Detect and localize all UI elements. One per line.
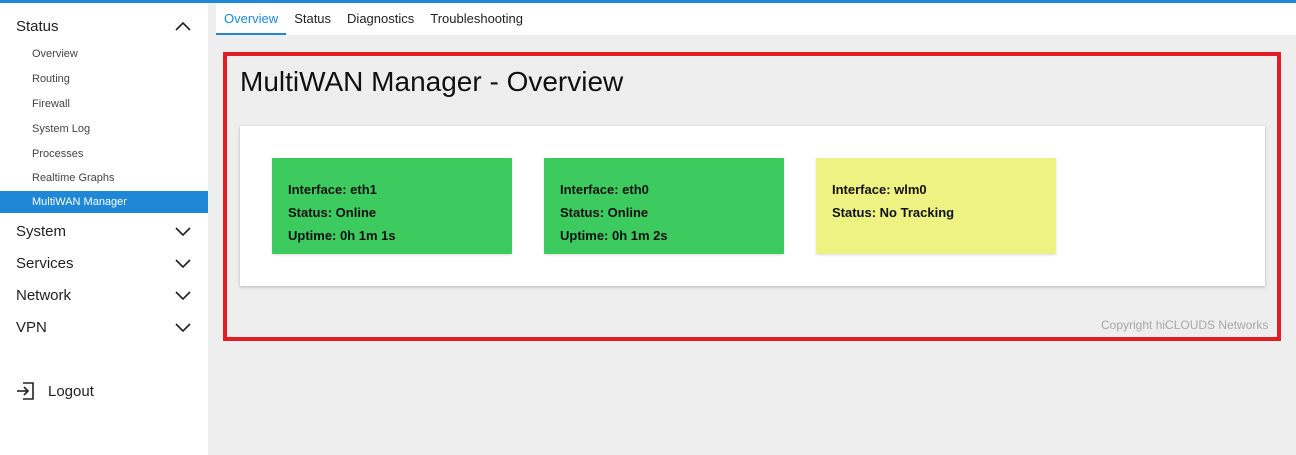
page-title: MultiWAN Manager - Overview bbox=[240, 66, 624, 97]
interface-card-eth0: Interface: eth0 Status: Online Uptime: 0… bbox=[544, 158, 784, 254]
logout-button[interactable]: Logout bbox=[16, 379, 94, 403]
tab-diagnostics[interactable]: Diagnostics bbox=[339, 3, 422, 35]
interface-status: Status: Online bbox=[560, 205, 649, 220]
sidebar-item-routing[interactable]: Routing bbox=[0, 68, 208, 90]
copyright-text: Copyright hiCLOUDS Networks bbox=[1101, 318, 1269, 332]
chevron-down-icon bbox=[175, 227, 191, 237]
sidebar-group-label: Network bbox=[16, 286, 72, 304]
sidebar-group-label: System bbox=[16, 222, 67, 240]
sidebar-group-network[interactable]: Network bbox=[0, 279, 208, 311]
sidebar-item-multiwan-manager[interactable]: MultiWAN Manager bbox=[0, 191, 208, 213]
sidebar-group-status[interactable]: Status bbox=[0, 10, 208, 42]
tab-overview[interactable]: Overview bbox=[216, 3, 287, 35]
interface-name: Interface: wlm0 bbox=[832, 182, 927, 197]
sidebar-item-realtime-graphs[interactable]: Realtime Graphs bbox=[0, 167, 208, 189]
tab-status[interactable]: Status bbox=[286, 3, 339, 35]
interface-card-eth1: Interface: eth1 Status: Online Uptime: 0… bbox=[272, 158, 512, 254]
chevron-up-icon bbox=[175, 21, 191, 31]
logout-icon bbox=[17, 382, 34, 400]
sidebar-group-services[interactable]: Services bbox=[0, 247, 208, 279]
interface-uptime: Uptime: 0h 1m 1s bbox=[288, 228, 396, 243]
sidebar-group-system[interactable]: System bbox=[0, 215, 208, 247]
chevron-down-icon bbox=[175, 259, 191, 269]
tab-bar: Overview Status Diagnostics Troubleshoot… bbox=[216, 3, 1296, 35]
interface-uptime: Uptime: 0h 1m 2s bbox=[560, 228, 668, 243]
sidebar-group-label: Status bbox=[16, 17, 59, 35]
interface-card-wlm0: Interface: wlm0 Status: No Tracking bbox=[816, 158, 1056, 254]
chevron-down-icon bbox=[175, 291, 191, 301]
interface-name: Interface: eth1 bbox=[288, 182, 377, 197]
interface-status: Status: No Tracking bbox=[832, 205, 955, 220]
sidebar: Status Overview Routing Firewall System … bbox=[0, 3, 208, 455]
sidebar-item-processes[interactable]: Processes bbox=[0, 143, 208, 165]
sidebar-group-label: VPN bbox=[16, 318, 47, 336]
interface-name: Interface: eth0 bbox=[560, 182, 649, 197]
sidebar-item-overview[interactable]: Overview bbox=[0, 43, 208, 65]
chevron-down-icon bbox=[175, 323, 191, 333]
interface-status: Status: Online bbox=[288, 205, 377, 220]
tab-troubleshooting[interactable]: Troubleshooting bbox=[422, 3, 531, 35]
logout-label: Logout bbox=[48, 382, 94, 400]
sidebar-group-vpn[interactable]: VPN bbox=[0, 311, 208, 343]
sidebar-item-firewall[interactable]: Firewall bbox=[0, 93, 208, 115]
sidebar-group-label: Services bbox=[16, 254, 74, 272]
sidebar-item-system-log[interactable]: System Log bbox=[0, 118, 208, 140]
